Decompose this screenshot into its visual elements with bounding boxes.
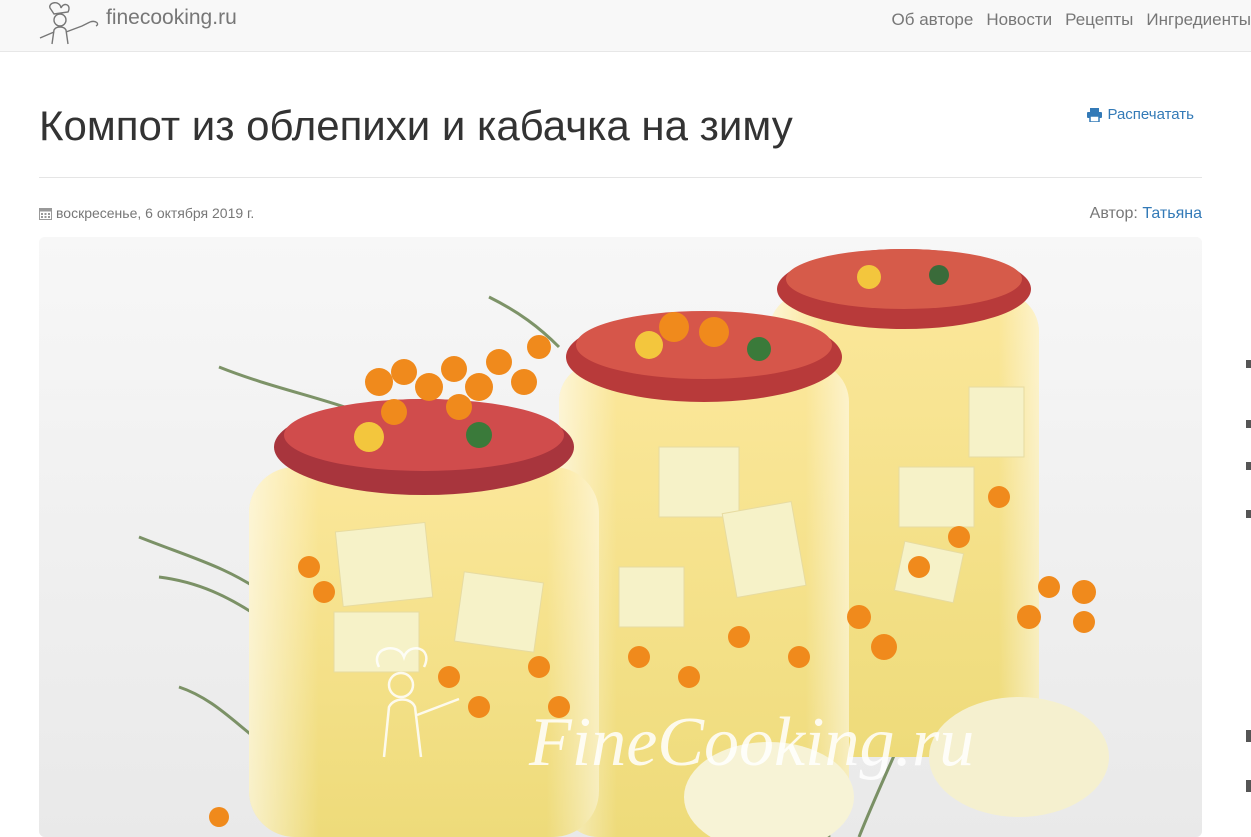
author-link[interactable]: Татьяна xyxy=(1142,205,1202,222)
side-toolbar-icons xyxy=(1246,360,1251,792)
top-navbar: finecooking.ru Об авторе Новости Рецепты… xyxy=(0,0,1251,52)
recipe-photo: FineCooking.ru xyxy=(39,237,1202,837)
page-title: Компот из облепихи и кабачка на зиму xyxy=(39,102,793,149)
post-date: воскресенье, 6 октября 2019 г. xyxy=(39,205,254,221)
title-divider xyxy=(39,177,1202,178)
calendar-icon xyxy=(39,207,52,220)
nav-item-news[interactable]: Новости xyxy=(986,10,1052,30)
print-link[interactable]: Распечатать xyxy=(1087,106,1194,123)
chef-logo xyxy=(39,2,99,45)
post-date-text: воскресенье, 6 октября 2019 г. xyxy=(56,205,255,221)
main-nav: Об авторе Новости Рецепты Ингредиенты xyxy=(879,0,1251,40)
site-name: finecooking.ru xyxy=(106,6,237,29)
nav-item-ingredients[interactable]: Ингредиенты xyxy=(1146,10,1251,30)
print-icon xyxy=(1087,107,1103,122)
print-label: Распечатать xyxy=(1107,106,1194,123)
site-brand-link[interactable]: finecooking.ru xyxy=(30,0,237,50)
nav-item-recipes[interactable]: Рецепты xyxy=(1065,10,1133,30)
nav-item-about[interactable]: Об авторе xyxy=(892,10,974,30)
post-author: Автор: Татьяна xyxy=(1090,205,1202,223)
photo-watermark: FineCooking.ru xyxy=(528,704,974,781)
author-label: Автор: xyxy=(1089,205,1138,222)
recipe-photo-illustration: FineCooking.ru xyxy=(39,237,1202,837)
